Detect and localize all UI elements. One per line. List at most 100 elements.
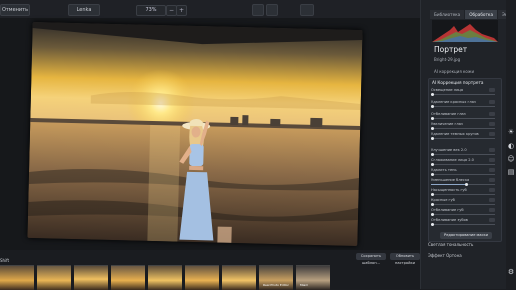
- slider-value-box[interactable]: [489, 158, 495, 162]
- slider-track[interactable]: [430, 126, 495, 131]
- slider-value-box[interactable]: [489, 88, 495, 92]
- filmstrip-thumb[interactable]: [74, 265, 108, 290]
- histogram-graph: [432, 24, 498, 42]
- slider-track[interactable]: [430, 172, 495, 177]
- filmstrip-label[interactable]: Shift: [0, 258, 9, 263]
- slider-knob[interactable]: [430, 192, 434, 197]
- filmstrip-thumb[interactable]: [148, 265, 182, 290]
- slider-label: Удаление красных глаз: [431, 100, 476, 104]
- slider-knob[interactable]: [430, 172, 434, 177]
- skin-section-header[interactable]: AI коррекция кожи: [434, 69, 474, 74]
- thumb-label: Miam: [300, 283, 309, 287]
- slider-track[interactable]: [430, 92, 495, 97]
- save-preset-button[interactable]: Сохранить шаблон...: [356, 253, 386, 265]
- settings-icon[interactable]: ⚙: [507, 268, 515, 276]
- slider-track[interactable]: [430, 136, 495, 141]
- slider-12[interactable]: Отбеливание зубов: [430, 218, 497, 228]
- filmstrip-thumb[interactable]: [0, 265, 34, 290]
- slider-value-box[interactable]: [489, 122, 495, 126]
- slider-knob[interactable]: [464, 182, 468, 187]
- slider-5[interactable]: Улучшение век 2.0: [430, 148, 497, 158]
- update-settings-button[interactable]: Обновить настройки: [390, 253, 420, 265]
- slider-7[interactable]: Удалить тень: [430, 168, 497, 178]
- compare-view-icon[interactable]: [252, 4, 264, 16]
- slider-value-box[interactable]: [489, 218, 495, 222]
- tab-edit[interactable]: Обработка: [465, 10, 498, 19]
- filmstrip-thumb[interactable]: [37, 265, 71, 290]
- slider-label: Сглаживание лица 2.0: [431, 158, 474, 162]
- thumb-label: Real Photo Editor: [263, 283, 289, 287]
- slider-track[interactable]: [430, 104, 495, 109]
- edit-mask-button[interactable]: Редактирование маски: [440, 232, 492, 239]
- before-after-icon[interactable]: [266, 4, 278, 16]
- slider-knob[interactable]: [430, 116, 434, 121]
- palette-icon[interactable]: ◐: [507, 142, 515, 150]
- slider-label: Удалить тень: [431, 168, 457, 172]
- slider-label: Освещение лица: [431, 88, 464, 92]
- slider-knob[interactable]: [430, 136, 434, 141]
- filmstrip-thumb[interactable]: [222, 265, 256, 290]
- slider-value-box[interactable]: [489, 168, 495, 172]
- slider-knob[interactable]: [430, 212, 434, 217]
- slider-track[interactable]: [431, 182, 495, 187]
- slider-track[interactable]: [430, 152, 495, 157]
- slider-value-box[interactable]: [489, 198, 495, 202]
- slider-8[interactable]: Уменьшение блеска: [431, 178, 497, 188]
- edited-photo[interactable]: [27, 22, 363, 246]
- tab-library[interactable]: Библиотека: [430, 10, 465, 19]
- slider-0[interactable]: Освещение лица: [430, 88, 497, 98]
- slider-value-box[interactable]: [489, 188, 495, 192]
- slider-value-box[interactable]: [489, 100, 495, 104]
- slider-track[interactable]: [430, 212, 495, 217]
- slider-label: Удаление темных кругов: [431, 132, 479, 136]
- slider-track[interactable]: [430, 192, 495, 197]
- slider-2[interactable]: Отбеливание глаз: [430, 112, 497, 122]
- slider-knob[interactable]: [430, 202, 434, 207]
- slider-label: Красные губ: [431, 198, 455, 202]
- zoom-level[interactable]: 73%: [136, 5, 166, 16]
- slider-track[interactable]: [430, 116, 495, 121]
- slider-label: Увеличение глаз: [431, 122, 463, 126]
- layers-icon[interactable]: ▤: [507, 168, 515, 176]
- file-name: Bright-29.jpg: [434, 57, 461, 62]
- crop-icon[interactable]: [300, 4, 314, 16]
- panel-tabs: Библиотека Обработка Экспорт: [430, 10, 516, 19]
- slider-value-box[interactable]: [489, 178, 495, 182]
- slider-track[interactable]: [430, 222, 495, 227]
- slider-knob[interactable]: [430, 126, 434, 131]
- slider-fill: [431, 184, 467, 185]
- orton-effect-section[interactable]: Эффект Ортона: [428, 253, 462, 258]
- slider-10[interactable]: Красные губ: [430, 198, 497, 208]
- undo-button[interactable]: Отменить: [0, 4, 30, 16]
- slider-3[interactable]: Увеличение глаз: [430, 122, 497, 132]
- slider-knob[interactable]: [430, 222, 434, 227]
- slider-label: Отбеливание губ: [431, 208, 464, 212]
- slider-1[interactable]: Удаление красных глаз: [430, 100, 497, 110]
- slider-11[interactable]: Отбеливание губ: [430, 208, 497, 218]
- slider-value-box[interactable]: [489, 208, 495, 212]
- panel-title: Портрет: [434, 45, 468, 54]
- slider-knob[interactable]: [430, 104, 434, 109]
- slider-knob[interactable]: [430, 92, 434, 97]
- sun-icon[interactable]: ☀: [507, 128, 515, 136]
- slider-4[interactable]: Удаление темных кругов: [430, 132, 497, 142]
- face-icon[interactable]: ☺: [507, 155, 515, 163]
- light-tone-section[interactable]: Светлая тональность: [428, 242, 473, 247]
- histogram: [432, 20, 498, 42]
- slider-value-box[interactable]: [489, 132, 495, 136]
- slider-value-box[interactable]: [489, 148, 495, 152]
- group-title[interactable]: AI Коррекция портрета: [432, 80, 483, 85]
- filmstrip-thumb[interactable]: [185, 265, 219, 290]
- slider-track[interactable]: [430, 202, 495, 207]
- slider-knob[interactable]: [430, 152, 434, 157]
- slider-6[interactable]: Сглаживание лица 2.0: [430, 158, 497, 168]
- slider-label: Отбеливание глаз: [431, 112, 466, 116]
- slider-knob[interactable]: [430, 162, 434, 167]
- slider-label: Уменьшение блеска: [431, 178, 470, 182]
- slider-value-box[interactable]: [489, 112, 495, 116]
- zoom-in-button[interactable]: +: [176, 5, 187, 16]
- preset-name-button[interactable]: Lenka: [68, 4, 100, 16]
- slider-track[interactable]: [430, 162, 495, 167]
- slider-9[interactable]: Насыщенность губ: [430, 188, 497, 198]
- filmstrip-thumb[interactable]: [111, 265, 145, 290]
